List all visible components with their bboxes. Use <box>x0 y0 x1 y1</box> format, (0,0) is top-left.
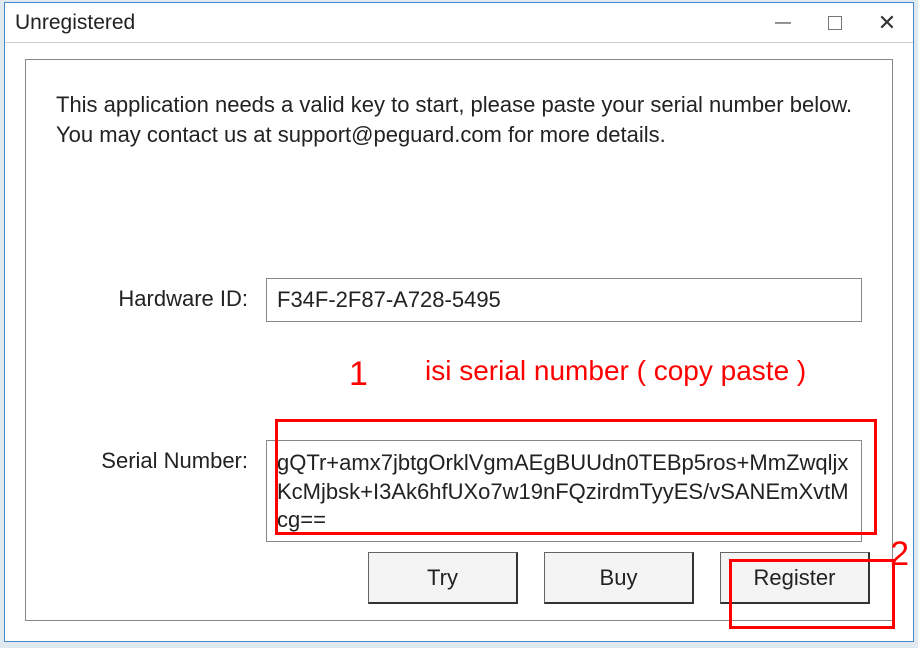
serial-number-label: Serial Number: <box>56 440 266 474</box>
window-controls: — ✕ <box>757 3 913 42</box>
try-button[interactable]: Try <box>368 552 518 604</box>
hardware-id-label: Hardware ID: <box>56 278 266 312</box>
hardware-id-input[interactable] <box>266 278 862 322</box>
serial-number-input[interactable] <box>266 440 862 542</box>
instruction-text: This application needs a valid key to st… <box>56 90 862 149</box>
titlebar: Unregistered — ✕ <box>5 3 913 43</box>
minimize-button[interactable]: — <box>757 3 809 42</box>
window-title: Unregistered <box>15 11 135 35</box>
register-button[interactable]: Register <box>720 552 870 604</box>
content-frame: This application needs a valid key to st… <box>25 59 893 621</box>
serial-number-field-wrap <box>266 440 862 547</box>
maximize-button[interactable] <box>809 3 861 42</box>
close-button[interactable]: ✕ <box>861 3 913 42</box>
button-row: Try Buy Register <box>368 552 870 604</box>
hardware-id-row: Hardware ID: <box>56 278 862 322</box>
registration-window: Unregistered — ✕ This application needs … <box>4 2 914 642</box>
hardware-id-field-wrap <box>266 278 862 322</box>
buy-button[interactable]: Buy <box>544 552 694 604</box>
serial-number-row: Serial Number: <box>56 440 862 547</box>
